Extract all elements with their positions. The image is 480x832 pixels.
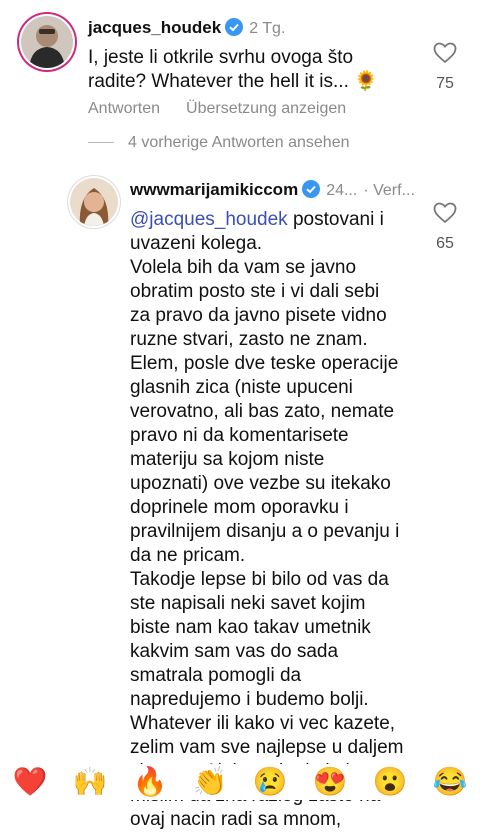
text-line: zelim vam sve najlepse u daljem	[130, 737, 404, 758]
avatar[interactable]	[70, 178, 118, 226]
mention-link[interactable]: @jacques_houdek	[130, 209, 288, 230]
surprised-emoji-icon[interactable]: 😮	[373, 764, 408, 800]
comment-extra: · Verf...	[363, 182, 415, 199]
text-line: obratim posto ste i vi dali sebi	[130, 281, 380, 302]
heart-icon[interactable]	[433, 42, 457, 64]
text-line: upoznati) ove vezbe su itekako	[130, 473, 391, 494]
translate-button[interactable]: Übersetzung anzeigen	[186, 100, 346, 117]
text-line: @jacques_houdek postovani i	[130, 208, 420, 232]
avatar[interactable]	[21, 16, 73, 68]
text-line: ruzne stvari, zasto ne znam.	[130, 329, 368, 350]
view-more-replies-label: 4 vorherige Antworten ansehen	[128, 134, 350, 151]
text-line: radite? Whatever the hell it is... 🌻	[88, 71, 378, 92]
verified-badge-icon	[302, 180, 321, 203]
text-line: pravo ni da komentarisete	[130, 425, 349, 446]
verified-badge-icon	[225, 18, 244, 41]
text-line: doprinele mom oporavku i	[130, 497, 349, 518]
comment-text: @jacques_houdek postovani i uvazeni kole…	[130, 208, 420, 832]
like-count: 65	[436, 235, 454, 252]
comment-time: 2 Tg.	[249, 20, 286, 37]
clapping-emoji-icon[interactable]: 👏	[193, 764, 228, 800]
comment-text: I, jeste li otkrile svrhu ovoga što radi…	[88, 46, 428, 94]
avatar-image	[21, 16, 73, 68]
heart-icon[interactable]	[433, 202, 457, 224]
text-line: Whatever ili kako vi vec kazete,	[130, 713, 396, 734]
raised-hands-emoji-icon[interactable]: 🙌	[73, 764, 108, 800]
laughing-emoji-icon[interactable]: 😂	[433, 764, 468, 800]
text-line: smatrala pomogli da	[130, 665, 302, 686]
avatar-image	[70, 178, 118, 226]
like-column: 65	[425, 202, 465, 253]
divider	[88, 142, 114, 144]
emoji-reaction-bar: ❤️ 🙌 🔥 👏 😢 😍 😮 😂	[0, 764, 480, 800]
text-line: ste napisali neki savet kojim	[130, 593, 366, 614]
text-line: Volela bih da vam se javno	[130, 257, 357, 278]
heart-eyes-emoji-icon[interactable]: 😍	[313, 764, 348, 800]
text-line: materiju sa kojom niste	[130, 449, 325, 470]
comment-username[interactable]: wwwmarijamikiccom	[130, 180, 298, 199]
text-line: pravilnijem disanju a o pevanju i	[130, 521, 400, 542]
view-more-replies[interactable]: 4 vorherige Antworten ansehen	[88, 134, 349, 152]
text-line: kakvim sam vas do sada	[130, 641, 339, 662]
text-line: da ne pricam.	[130, 545, 246, 566]
comment-username[interactable]: jacques_houdek	[88, 18, 221, 37]
text-line: ovaj nacin radi sa mnom,	[130, 809, 342, 830]
heart-emoji-icon[interactable]: ❤️	[13, 764, 48, 800]
crying-emoji-icon[interactable]: 😢	[253, 764, 288, 800]
text-line: napredujemo i budemo bolji.	[130, 689, 369, 710]
comment-time: 24...	[326, 182, 358, 199]
text-line: Takodje lepse bi bilo od vas da	[130, 569, 389, 590]
text-line: Elem, posle dve teske operacije	[130, 353, 399, 374]
text-fragment: postovani i	[287, 209, 384, 230]
reply-button[interactable]: Antworten	[88, 100, 160, 117]
text-line: I, jeste li otkrile svrhu ovoga što	[88, 47, 354, 68]
text-line: glasnih zica (niste upuceni	[130, 377, 353, 398]
like-count: 75	[436, 75, 454, 92]
fire-emoji-icon[interactable]: 🔥	[133, 764, 168, 800]
like-column: 75	[425, 42, 465, 93]
text-line: verovatno, ali bas zato, nemate	[130, 401, 395, 422]
text-line: za pravo da javno pisete vidno	[130, 305, 387, 326]
text-line: biste nam kao takav umetnik	[130, 617, 371, 638]
text-line: uvazeni kolega.	[130, 233, 263, 254]
